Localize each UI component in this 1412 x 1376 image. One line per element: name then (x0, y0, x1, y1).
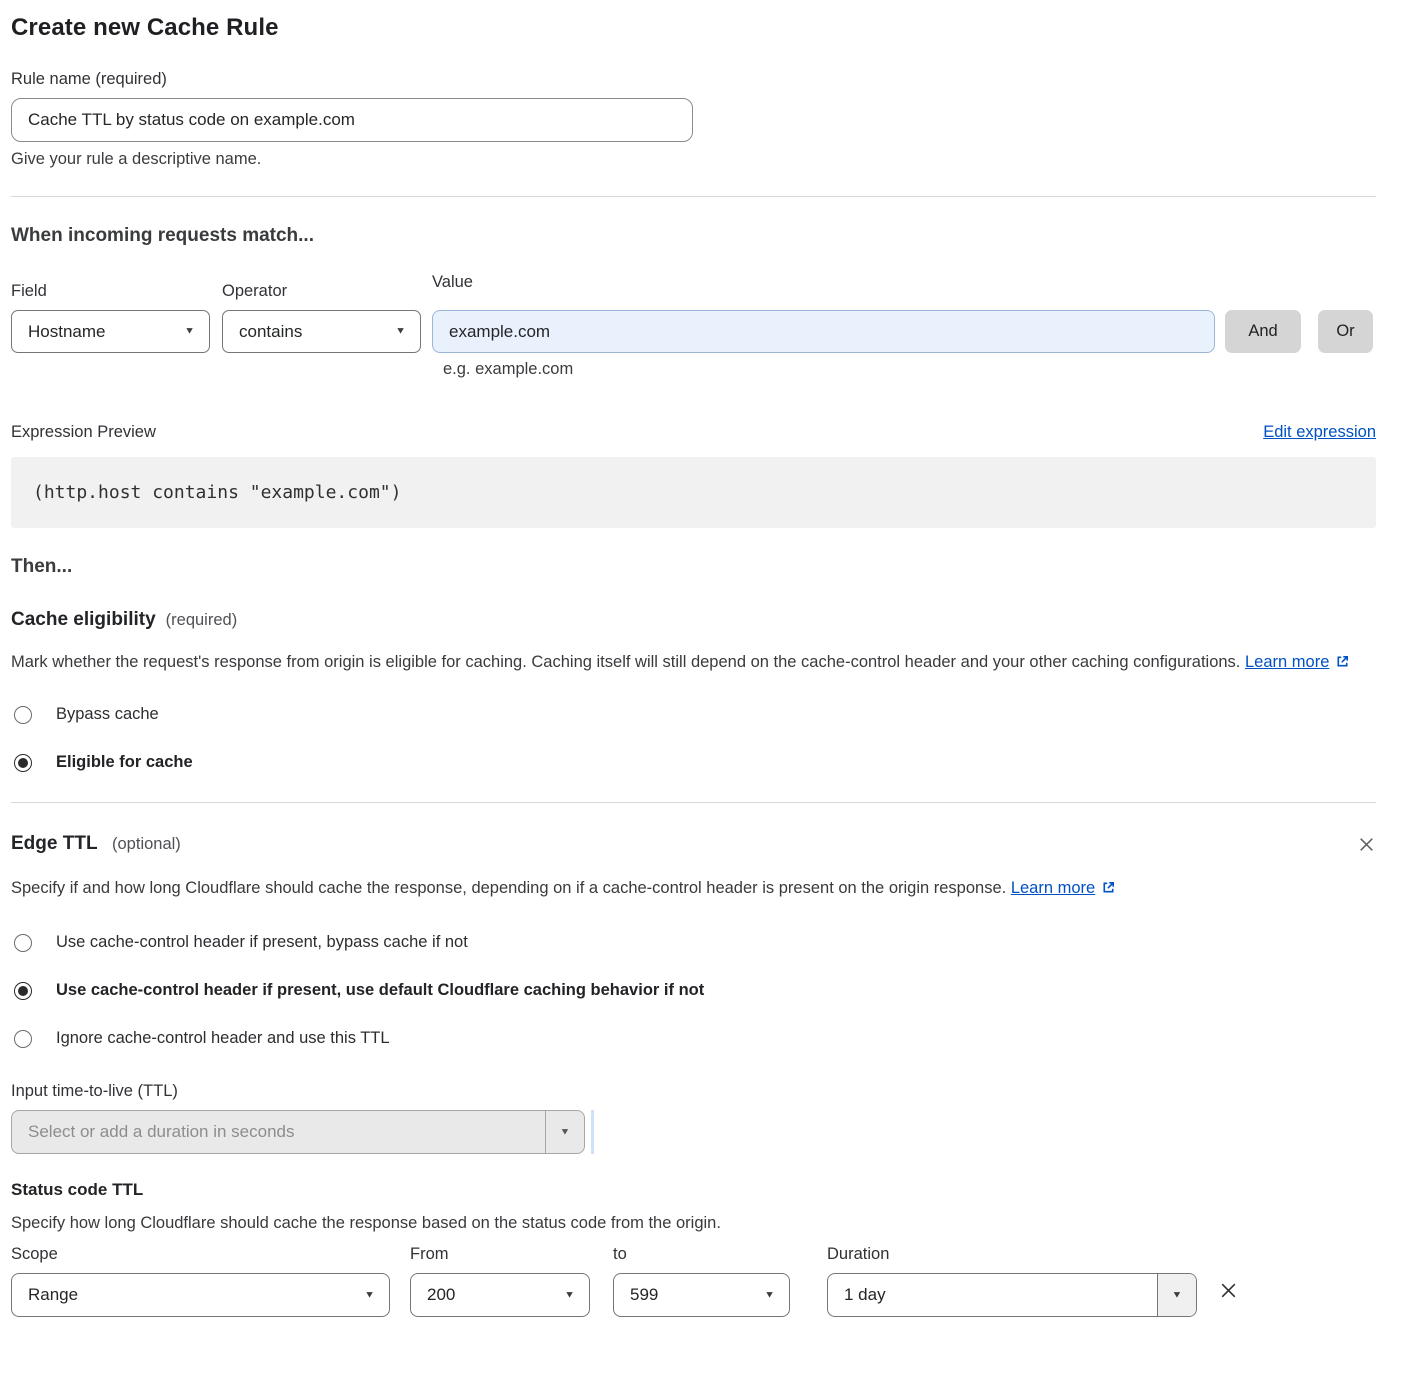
value-helper: e.g. example.com (443, 360, 1376, 379)
expression-preview-box: (http.host contains "example.com") (11, 457, 1376, 528)
edit-expression-link[interactable]: Edit expression (1263, 423, 1376, 442)
focus-caret (591, 1110, 594, 1154)
duration-select[interactable]: 1 day ▼ (827, 1273, 1197, 1317)
cache-eligibility-heading: Cache eligibility (11, 609, 156, 631)
close-icon[interactable] (1357, 835, 1376, 859)
rule-name-helper: Give your rule a descriptive name. (11, 150, 1376, 169)
edge-ttl-description: Specify if and how long Cloudflare shoul… (11, 874, 1356, 902)
rule-name-input[interactable] (11, 98, 693, 142)
or-button[interactable]: Or (1318, 310, 1373, 353)
match-condition-row: Field Hostname ▼ Operator contains ▼ Val… (11, 273, 1376, 353)
then-heading: Then... (11, 556, 1376, 578)
edge-ttl-heading: Edge TTL (11, 833, 98, 854)
to-select[interactable]: 599 ▼ (613, 1273, 790, 1317)
value-input[interactable] (432, 310, 1215, 353)
ttl-select-placeholder: Select or add a duration in seconds (12, 1111, 545, 1153)
external-link-icon (1335, 654, 1350, 669)
operator-select[interactable]: contains ▼ (222, 310, 421, 353)
from-select-value: 200 (427, 1285, 564, 1305)
page-title: Create new Cache Rule (11, 14, 1376, 42)
chevron-down-icon: ▼ (564, 1290, 575, 1299)
chevron-down-icon: ▼ (184, 327, 195, 336)
value-label: Value (432, 273, 1215, 292)
radio-option-eligible-for-cache[interactable]: Eligible for cache (11, 753, 1376, 772)
from-label: From (410, 1245, 590, 1264)
divider (11, 802, 1376, 803)
from-select[interactable]: 200 ▼ (410, 1273, 590, 1317)
status-code-ttl-heading: Status code TTL (11, 1180, 1376, 1200)
rule-name-label: Rule name (required) (11, 70, 1376, 89)
radio-checked-icon (14, 982, 32, 1000)
chevron-down-icon: ▼ (1172, 1290, 1183, 1299)
radio-option-use-header-default[interactable]: Use cache-control header if present, use… (11, 981, 1376, 1000)
scope-select-value: Range (28, 1285, 364, 1305)
field-select-value: Hostname (28, 322, 184, 342)
scope-label: Scope (11, 1245, 390, 1264)
radio-option-use-header-bypass[interactable]: Use cache-control header if present, byp… (11, 933, 1376, 952)
to-label: to (613, 1245, 790, 1264)
field-select[interactable]: Hostname ▼ (11, 310, 210, 353)
divider (11, 196, 1376, 197)
delete-row-icon[interactable] (1218, 1280, 1239, 1306)
operator-label: Operator (222, 282, 421, 301)
duration-label: Duration (827, 1245, 1197, 1264)
expression-preview-label: Expression Preview (11, 423, 156, 442)
radio-option-bypass-cache[interactable]: Bypass cache (11, 705, 1376, 724)
ttl-input-label: Input time-to-live (TTL) (11, 1082, 1376, 1101)
learn-more-link[interactable]: Learn more (1011, 879, 1095, 897)
chevron-down-icon: ▼ (364, 1290, 375, 1299)
and-button[interactable]: And (1225, 310, 1301, 353)
to-select-value: 599 (630, 1285, 764, 1305)
match-heading: When incoming requests match... (11, 225, 1376, 247)
status-code-ttl-row: Scope Range ▼ From 200 ▼ to 599 ▼ Durati… (11, 1245, 1376, 1317)
chevron-down-icon: ▼ (560, 1127, 571, 1136)
radio-icon (14, 706, 32, 724)
edge-ttl-optional-tag: (optional) (112, 835, 181, 853)
duration-select-value: 1 day (828, 1274, 1157, 1316)
radio-option-ignore-header[interactable]: Ignore cache-control header and use this… (11, 1029, 1376, 1048)
radio-checked-icon (14, 754, 32, 772)
cache-eligibility-description: Mark whether the request's response from… (11, 648, 1356, 676)
chevron-down-icon: ▼ (764, 1290, 775, 1299)
operator-select-value: contains (239, 322, 395, 342)
scope-select[interactable]: Range ▼ (11, 1273, 390, 1317)
cache-eligibility-required-tag: (required) (166, 611, 238, 630)
status-code-ttl-description: Specify how long Cloudflare should cache… (11, 1214, 1376, 1233)
expression-code: (http.host contains "example.com") (33, 482, 401, 503)
field-label: Field (11, 282, 210, 301)
ttl-duration-select[interactable]: Select or add a duration in seconds ▼ (11, 1110, 585, 1154)
chevron-down-icon: ▼ (395, 327, 406, 336)
learn-more-link[interactable]: Learn more (1245, 653, 1329, 671)
radio-icon (14, 934, 32, 952)
radio-icon (14, 1030, 32, 1048)
external-link-icon (1101, 880, 1116, 895)
